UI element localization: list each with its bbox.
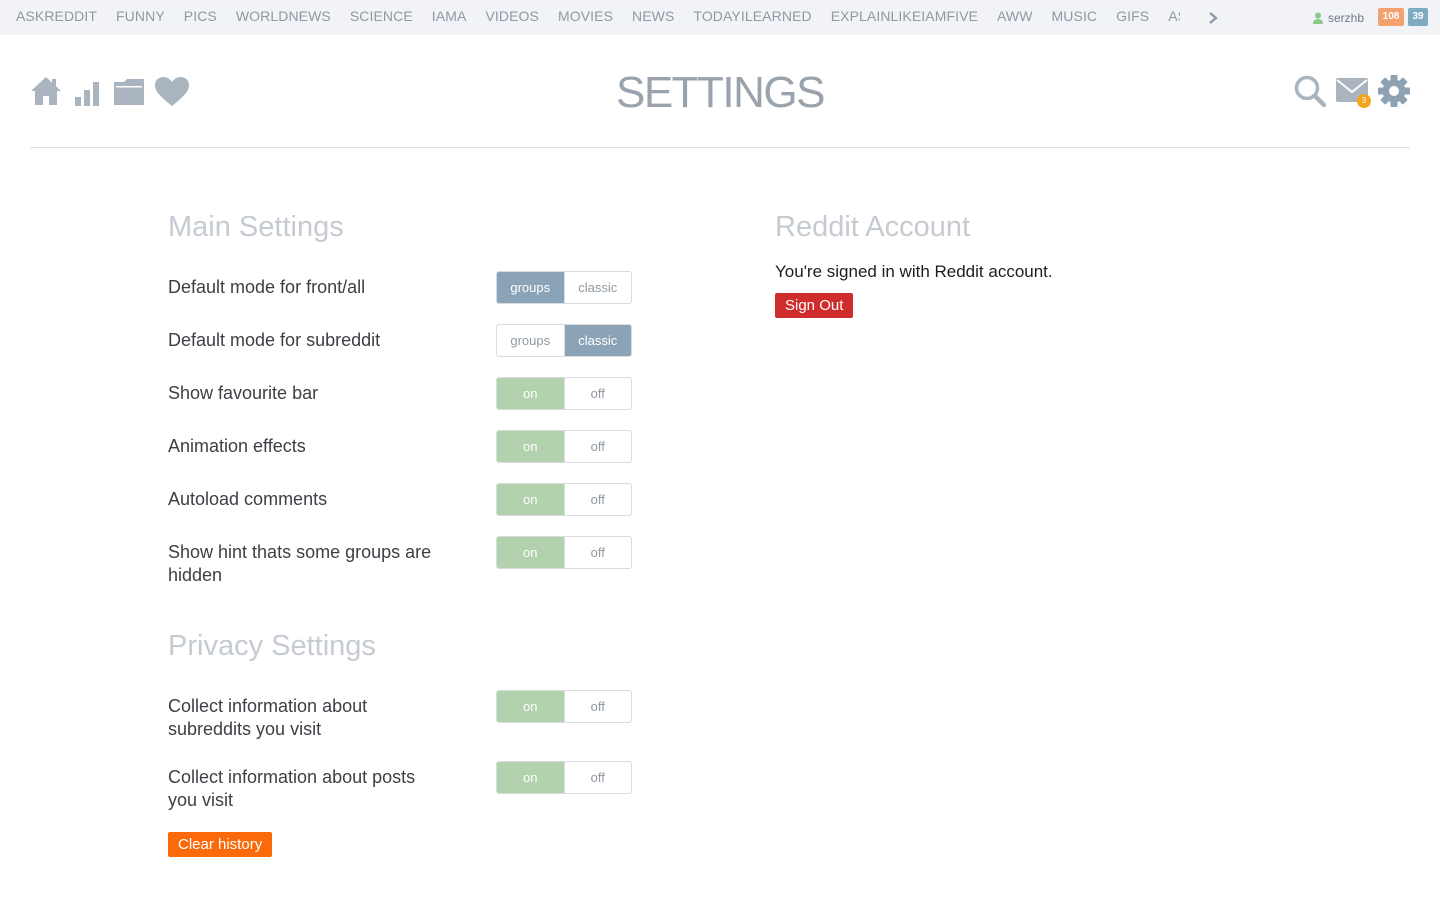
subreddit-bar: ASKREDDIT FUNNY PICS WORLDNEWS SCIENCE IAMA VI… <box>0 0 1440 35</box>
home-icon[interactable] <box>30 76 62 106</box>
subreddit-list: ASKREDDIT FUNNY PICS WORLDNEWS SCIENCE IAMA VI… <box>16 0 1180 35</box>
subreddit-link-movies[interactable]: MOVIES <box>558 0 613 33</box>
page-title: SETTINGS <box>615 68 826 117</box>
folder-icon[interactable] <box>113 78 145 106</box>
main-settings-title: Main Settings <box>168 211 344 243</box>
setting-label: Collect information about posts you visi… <box>168 767 416 810</box>
stats-icon[interactable] <box>74 80 100 106</box>
toggle-option-on[interactable]: on <box>497 484 564 515</box>
setting-toggle[interactable]: on off <box>496 430 632 463</box>
account-title: Reddit Account <box>775 211 971 243</box>
header-divider <box>30 147 1410 148</box>
mail-count-badge: 3 <box>1357 94 1371 108</box>
toggle-option-off[interactable]: off <box>563 431 632 462</box>
toggle-option-on[interactable]: on <box>497 378 564 409</box>
setting-toggle[interactable]: groups classic <box>496 324 632 357</box>
subreddit-link-aww[interactable]: AWW <box>997 0 1033 33</box>
chevron-right-icon[interactable] <box>1206 10 1220 26</box>
toggle-option-off[interactable]: off <box>563 537 632 568</box>
username[interactable]: serzhb <box>1328 11 1364 25</box>
gear-icon[interactable] <box>1378 75 1410 107</box>
toggle-option-classic[interactable]: classic <box>563 325 631 356</box>
subreddit-link-music[interactable]: MUSIC <box>1052 0 1098 33</box>
toggle-option-on[interactable]: on <box>497 537 564 568</box>
setting-toggle[interactable]: on off <box>496 761 632 794</box>
setting-label: Autoload comments <box>168 489 328 509</box>
setting-label: Show hint thats some groups are hidden <box>168 542 432 585</box>
toggle-option-on[interactable]: on <box>497 691 564 722</box>
setting-toggle[interactable]: groups classic <box>496 271 632 304</box>
setting-toggle[interactable]: on off <box>496 483 632 516</box>
heart-icon[interactable] <box>155 77 189 107</box>
setting-label: Animation effects <box>168 436 306 456</box>
user-icon <box>1313 12 1323 24</box>
clear-history-button[interactable]: Clear history <box>168 832 273 857</box>
subreddit-link-todayilearned[interactable]: TODAYILEARNED <box>693 0 811 33</box>
privacy-settings-title: Privacy Settings <box>168 630 376 662</box>
setting-label: Show favourite bar <box>168 383 319 403</box>
setting-label: Default mode for front/all <box>168 277 366 297</box>
setting-toggle[interactable]: on off <box>496 690 632 723</box>
subreddit-link-funny[interactable]: FUNNY <box>116 0 165 33</box>
search-icon[interactable] <box>1294 75 1326 107</box>
toggle-option-on[interactable]: on <box>497 762 564 793</box>
subreddit-link-worldnews[interactable]: WORLDNEWS <box>236 0 331 33</box>
subreddit-link-news[interactable]: NEWS <box>632 0 674 33</box>
subreddit-link-askscience[interactable]: ASKSCIENCE <box>1168 0 1180 33</box>
subreddit-link-gifs[interactable]: GIFS <box>1116 0 1149 33</box>
account-status-text: You're signed in with Reddit account. <box>775 262 1053 281</box>
setting-label: Collect information about subreddits you… <box>168 696 368 739</box>
setting-label: Default mode for subreddit <box>168 330 381 350</box>
sign-out-button[interactable]: Sign Out <box>775 293 854 318</box>
subreddit-link-iama[interactable]: IAMA <box>432 0 467 33</box>
setting-toggle[interactable]: on off <box>496 536 632 569</box>
subreddit-link-explainlikeiamfive[interactable]: EXPLAINLIKEIAMFIVE <box>831 0 978 33</box>
toggle-option-off[interactable]: off <box>563 378 632 409</box>
user-info[interactable]: serzhb <box>1313 10 1364 26</box>
karma-badge: 108 <box>1378 8 1404 26</box>
subreddit-link-askreddit[interactable]: ASKREDDIT <box>16 0 97 33</box>
toggle-option-groups[interactable]: groups <box>497 325 564 356</box>
toggle-option-on[interactable]: on <box>497 431 564 462</box>
toggle-option-off[interactable]: off <box>563 691 632 722</box>
setting-toggle[interactable]: on off <box>496 377 632 410</box>
subreddit-link-science[interactable]: SCIENCE <box>350 0 413 33</box>
subreddit-link-videos[interactable]: VIDEOS <box>485 0 539 33</box>
toggle-option-groups[interactable]: groups <box>497 272 564 303</box>
toggle-option-classic[interactable]: classic <box>563 272 632 303</box>
subreddit-link-pics[interactable]: PICS <box>184 0 217 33</box>
toggle-option-off[interactable]: off <box>563 484 632 515</box>
toggle-option-off[interactable]: off <box>563 762 632 793</box>
comment-karma-badge: 39 <box>1408 8 1428 26</box>
